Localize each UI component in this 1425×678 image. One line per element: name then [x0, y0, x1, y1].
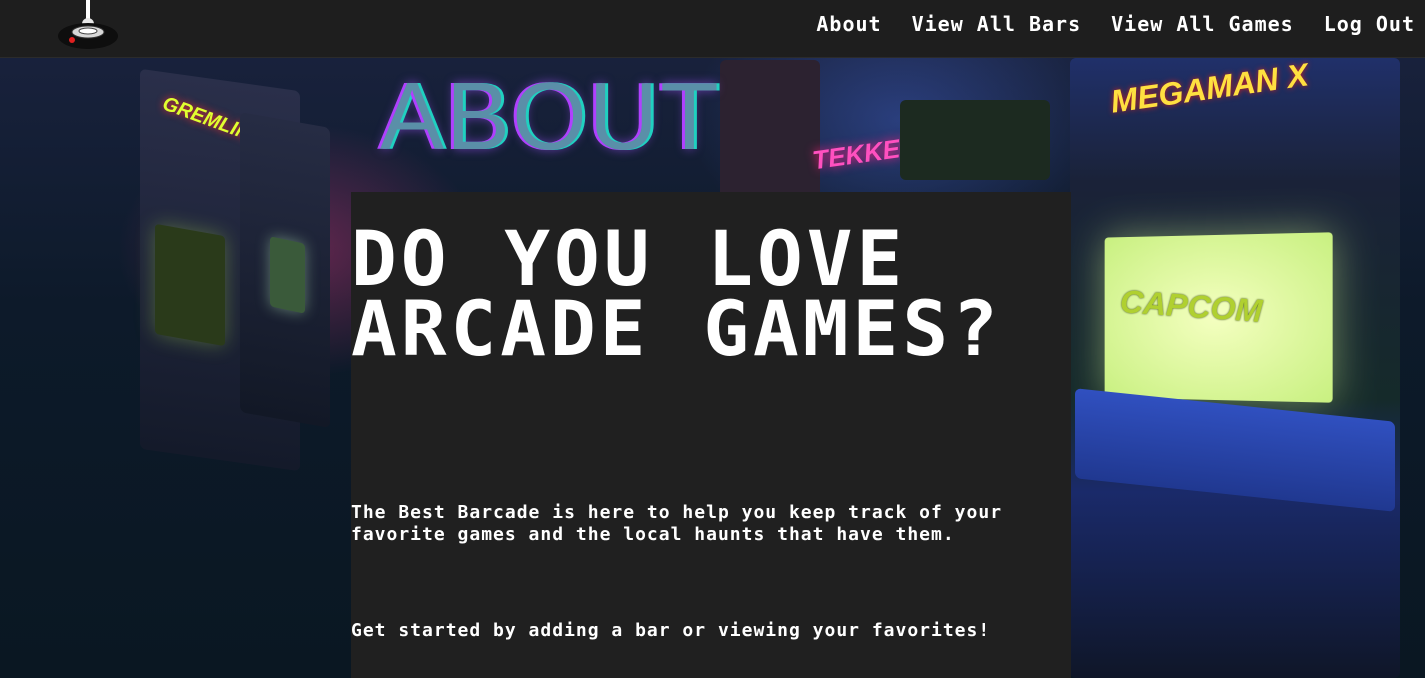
- nav-link-view-all-bars[interactable]: View All Bars: [912, 12, 1082, 36]
- page-title: ABOUT: [380, 63, 721, 170]
- arcade-cabinet-mid-2: [900, 100, 1050, 180]
- top-navbar: About View All Bars View All Games Log O…: [0, 0, 1425, 58]
- nav-link-log-out[interactable]: Log Out: [1324, 12, 1415, 36]
- intro-paragraph: The Best Barcade is here to help you kee…: [351, 502, 1003, 545]
- get-started-paragraph: Get started by adding a bar or viewing y…: [351, 620, 991, 641]
- about-panel: DO YOU LOVE ARCADE GAMES? The Best Barca…: [351, 192, 1071, 678]
- joystick-icon[interactable]: [50, 0, 122, 58]
- panel-title: DO YOU LOVE ARCADE GAMES?: [351, 214, 1002, 373]
- arcade-cabinet-mid: [720, 60, 820, 200]
- nav-links: About View All Bars View All Games Log O…: [816, 12, 1415, 36]
- page: GREMLINS TEKKEN MEGAMAN X CAPCOM About V…: [0, 0, 1425, 678]
- arcade-screen-left: [155, 223, 225, 347]
- nav-link-view-all-games[interactable]: View All Games: [1111, 12, 1294, 36]
- nav-link-about[interactable]: About: [816, 12, 881, 36]
- arcade-screen-left-2: [270, 236, 305, 314]
